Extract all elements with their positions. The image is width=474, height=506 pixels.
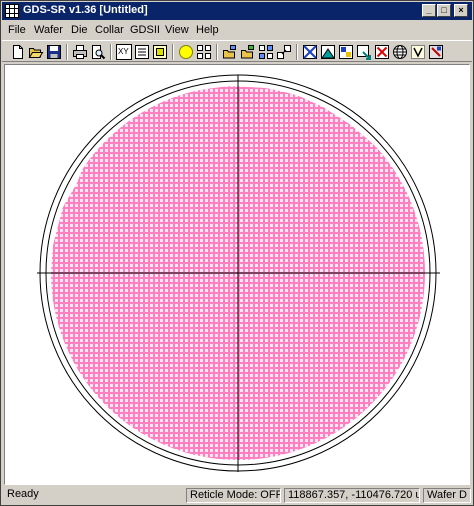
menu-file[interactable]: File	[8, 24, 26, 36]
grid-icon[interactable]	[196, 44, 212, 60]
wafer-cyan-icon[interactable]	[320, 44, 336, 60]
menu-collar[interactable]: Collar	[95, 24, 124, 36]
wafer-canvas[interactable]	[4, 64, 470, 485]
yellow-dot-icon[interactable]	[178, 44, 194, 60]
status-reticle-mode: Reticle Mode: OFF	[186, 488, 281, 503]
status-coordinates: 118867.357, -110476.720 um	[284, 488, 420, 503]
toolbar: XY	[2, 40, 472, 62]
menu-gdsii[interactable]: GDSII	[130, 24, 160, 36]
toolbar-separator	[66, 44, 68, 60]
menu-wafer[interactable]: Wafer	[34, 24, 63, 36]
die-table-icon[interactable]	[134, 44, 150, 60]
menu-view[interactable]: View	[165, 24, 189, 36]
app-icon	[5, 4, 19, 18]
xy-icon[interactable]: XY	[116, 44, 132, 60]
xy-label: XY	[118, 47, 129, 56]
toolbar-separator	[216, 44, 218, 60]
die-view-icon[interactable]	[152, 44, 168, 60]
save-gds-icon[interactable]	[240, 44, 256, 60]
maximize-button[interactable]: □	[437, 4, 451, 17]
settings-icon[interactable]	[428, 44, 444, 60]
window-title: GDS-SR v1.36 [Untitled]	[23, 4, 148, 16]
print-icon[interactable]	[72, 44, 88, 60]
globe-icon[interactable]	[392, 44, 408, 60]
close-button[interactable]: ×	[454, 4, 468, 17]
toolbar-separator	[296, 44, 298, 60]
export-icon[interactable]	[356, 44, 372, 60]
open-gds-icon[interactable]	[222, 44, 238, 60]
new-icon[interactable]	[10, 44, 26, 60]
print-preview-icon[interactable]	[90, 44, 106, 60]
menu-help[interactable]: Help	[196, 24, 219, 36]
menu-bar: File Wafer Die Collar GDSII View Help	[2, 21, 472, 40]
toolbar-separator	[110, 44, 112, 60]
toolbar-separator	[172, 44, 174, 60]
minimize-button[interactable]: _	[422, 4, 436, 17]
status-wafer: Wafer D	[423, 488, 471, 503]
status-ready: Ready	[7, 488, 39, 500]
title-bar[interactable]: GDS-SR v1.36 [Untitled] _ □ ×	[2, 2, 472, 20]
app-window: GDS-SR v1.36 [Untitled] _ □ × File Wafer…	[0, 0, 474, 506]
open-icon[interactable]	[28, 44, 44, 60]
save-icon[interactable]	[46, 44, 62, 60]
v-icon[interactable]	[410, 44, 426, 60]
wafer-blue-icon[interactable]	[302, 44, 318, 60]
menu-die[interactable]: Die	[71, 24, 88, 36]
layout-icon[interactable]	[258, 44, 274, 60]
delete-icon[interactable]	[374, 44, 390, 60]
align-icon[interactable]	[276, 44, 292, 60]
wafer-color-icon[interactable]	[338, 44, 354, 60]
status-bar: Ready Reticle Mode: OFF 118867.357, -110…	[2, 487, 472, 504]
wafer-map[interactable]	[5, 65, 469, 484]
